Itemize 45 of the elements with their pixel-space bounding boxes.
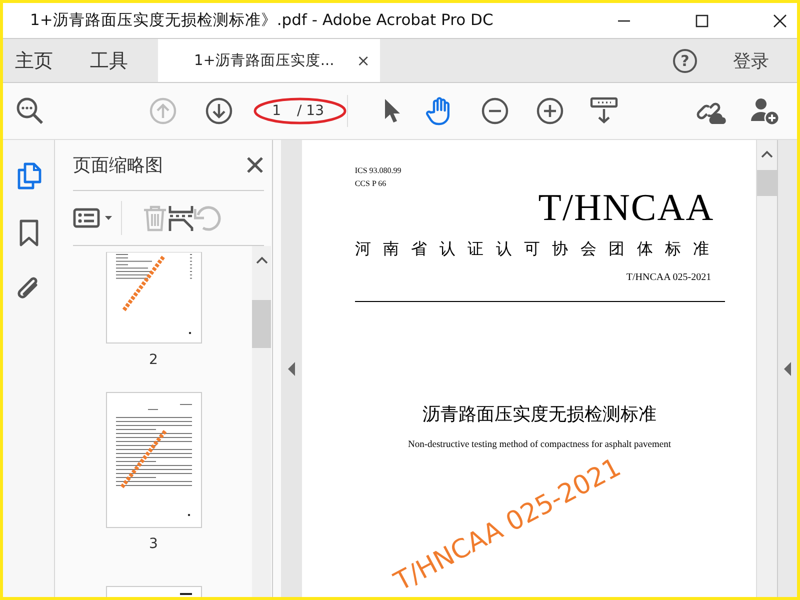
page-number-label: 2: [149, 352, 158, 368]
scroll-mode-icon[interactable]: [590, 97, 618, 125]
page-number-input[interactable]: 1: [263, 103, 281, 119]
document-tab[interactable]: 1+沥青路面压实度... ×: [158, 39, 380, 82]
page-thumbnail-drawing[interactable]: [106, 392, 202, 528]
extract-pages-icon[interactable]: [168, 204, 194, 232]
page-thumbnail-drawing[interactable]: [106, 252, 202, 344]
close-icon[interactable]: [246, 156, 264, 174]
tab-close-button[interactable]: ×: [356, 51, 370, 70]
pages-icon[interactable]: [16, 162, 42, 190]
standard-heading: T/HNCAA: [537, 188, 714, 228]
arrow-down-icon[interactable]: [205, 97, 233, 125]
scrollbar[interactable]: [252, 246, 271, 597]
organization-name: 河南省认证认可协会团体标准: [354, 239, 722, 259]
maximize-icon[interactable]: [695, 14, 709, 28]
ccs-code: CCS P 66: [354, 178, 388, 190]
collapse-left-icon[interactable]: [288, 362, 295, 376]
ics-code: ICS 93.080.99: [354, 165, 402, 177]
close-icon[interactable]: [773, 14, 787, 28]
window-title: 1+沥青路面压实度无损检测标准》.pdf - Adobe Acrobat Pro DC: [30, 10, 494, 31]
scrollbar[interactable]: [756, 140, 778, 597]
nav-tab[interactable]: 主页: [3, 39, 66, 82]
page-thumbnail-drawing[interactable]: [106, 586, 202, 597]
view-options-icon[interactable]: [73, 207, 113, 229]
tab-label: 1+沥青路面压实度...: [194, 52, 334, 70]
scrollbar-thumb[interactable]: [757, 170, 778, 196]
bookmark-icon[interactable]: [18, 219, 40, 247]
zoom-in-icon[interactable]: [536, 97, 564, 125]
standard-number: T/HNCAA 025-2021: [625, 272, 712, 283]
document-title: 沥青路面压实度无损检测标准: [421, 403, 658, 426]
nav-tab[interactable]: 工具: [78, 39, 141, 82]
chevron-up-icon[interactable]: [256, 256, 268, 264]
expand-panel-icon[interactable]: [784, 362, 792, 376]
page-number-label: 3: [149, 536, 158, 552]
zoom-search-icon[interactable]: [16, 97, 44, 125]
scrollbar-thumb[interactable]: [252, 300, 271, 348]
chevron-up-icon[interactable]: [761, 150, 774, 158]
help-button[interactable]: ?: [673, 48, 697, 72]
page-total: / 13: [297, 103, 324, 119]
login-link[interactable]: 登录: [733, 48, 769, 72]
panel-title: 页面缩略图: [73, 154, 163, 177]
add-user-icon[interactable]: [750, 97, 780, 125]
pointer-icon[interactable]: [382, 97, 402, 125]
document-subtitle: Non-destructive testing method of compactness for asphalt pavement: [406, 440, 672, 450]
zoom-out-icon[interactable]: [481, 97, 509, 125]
